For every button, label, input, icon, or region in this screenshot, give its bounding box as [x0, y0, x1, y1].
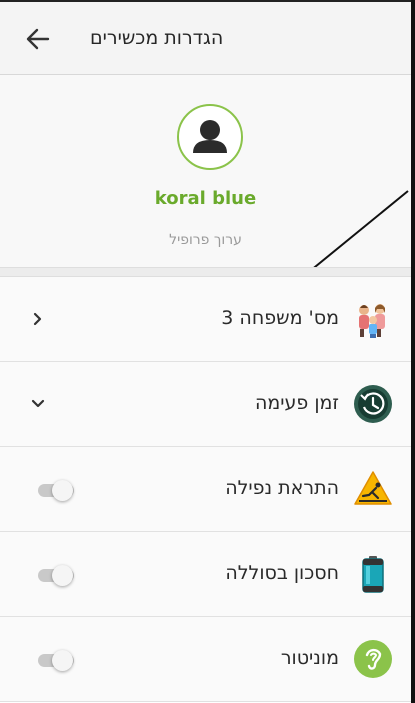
monitor-row: מוניטור — [0, 617, 411, 702]
section-divider — [0, 267, 411, 277]
profile-section: koral blue ערוך פרופיל — [0, 75, 411, 297]
fall-alert-row: התראת נפילה — [0, 447, 411, 532]
toggle-thumb — [52, 565, 73, 586]
avatar[interactable] — [177, 104, 243, 170]
clock-history-icon — [354, 385, 392, 423]
battery-saver-row: חסכון בסוללה — [0, 532, 411, 617]
battery-saver-label: חסכון בסוללה — [225, 562, 339, 584]
beat-time-row[interactable]: זמן פעימה — [0, 362, 411, 447]
family-icon — [359, 304, 385, 338]
chevron-down-icon — [31, 399, 45, 408]
monitor-label: מוניטור — [280, 647, 339, 669]
screen-frame-edge — [411, 0, 415, 703]
user-avatar-icon — [193, 120, 227, 153]
settings-list: מס' משפחה 3 זמן פעימה התראת נפילה חסכון … — [0, 277, 411, 702]
battery-saver-toggle[interactable] — [34, 565, 76, 586]
fall-warning-icon — [354, 471, 392, 505]
chevron-right-icon — [33, 312, 42, 326]
monitor-toggle[interactable] — [34, 650, 76, 671]
page-title: הגדרות מכשירים — [90, 27, 224, 49]
toggle-thumb — [52, 650, 73, 671]
fall-alert-label: התראת נפילה — [225, 477, 339, 499]
fall-alert-toggle[interactable] — [34, 480, 76, 501]
arrow-left-icon — [26, 28, 50, 50]
toggle-thumb — [52, 480, 73, 501]
family-number-row[interactable]: מס' משפחה 3 — [0, 277, 411, 362]
back-button[interactable] — [22, 24, 54, 54]
battery-icon — [362, 556, 384, 593]
ear-icon — [354, 640, 392, 678]
beat-time-label: זמן פעימה — [254, 392, 339, 414]
family-number-label: מס' משפחה 3 — [221, 307, 339, 329]
app-bar: הגדרות מכשירים — [0, 2, 411, 75]
